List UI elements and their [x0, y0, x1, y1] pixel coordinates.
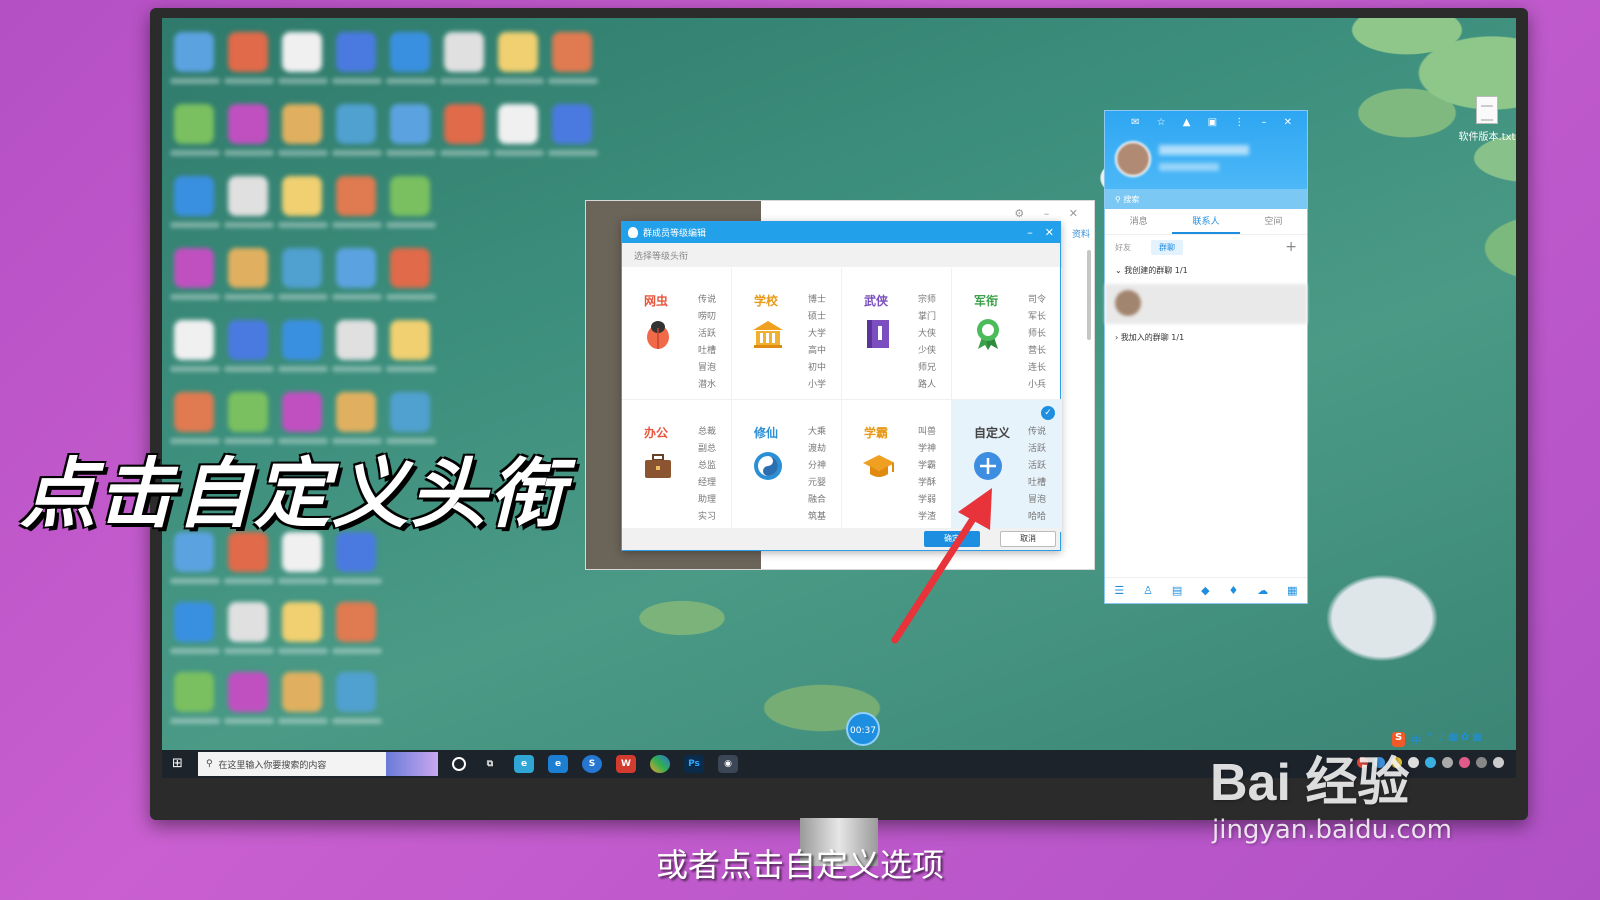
video-subtitle: 或者点击自定义选项: [655, 846, 944, 884]
watermark-logo: Bai 经验: [1210, 754, 1410, 812]
watermark-url: jingyan.baidu.com: [1212, 815, 1452, 845]
big-caption: 点击自定义头衔: [20, 449, 566, 538]
baidu-watermark: Bai 经验 jingyan.baidu.com: [1210, 740, 1452, 845]
